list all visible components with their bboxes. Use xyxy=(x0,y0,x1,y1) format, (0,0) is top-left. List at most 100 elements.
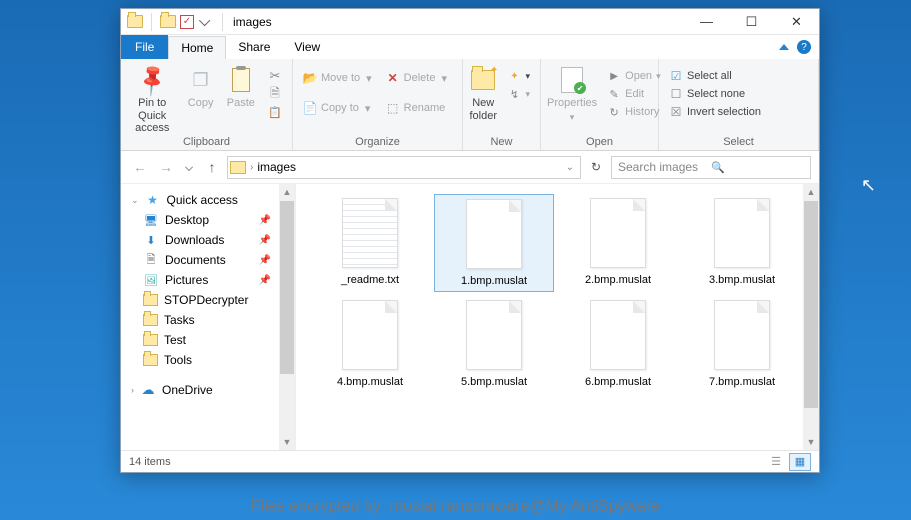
file-item[interactable]: 3.bmp.muslat xyxy=(682,194,802,292)
doc-icon xyxy=(143,253,159,267)
sidebar-item-label: Desktop xyxy=(165,213,209,227)
easy-access-button[interactable]: ▾ xyxy=(503,85,534,103)
chevron-down-icon: ⌄ xyxy=(131,195,139,206)
scroll-up-icon[interactable]: ▲ xyxy=(803,184,819,200)
tab-view[interactable]: View xyxy=(282,35,332,59)
qat-folder-icon[interactable] xyxy=(160,15,176,28)
close-button[interactable]: ✕ xyxy=(774,9,819,35)
mouse-cursor-icon: ↖ xyxy=(861,175,876,196)
up-button[interactable] xyxy=(201,156,223,178)
navigation-pane: ⌄ ★ Quick access Desktop📌Downloads📌Docum… xyxy=(121,184,296,450)
sidebar-item-pictures[interactable]: Pictures📌 xyxy=(121,270,295,290)
sidebar-scrollbar[interactable]: ▲ ▼ xyxy=(279,184,295,450)
scroll-down-icon[interactable]: ▼ xyxy=(803,434,819,450)
chevron-right-icon[interactable]: › xyxy=(248,162,255,173)
minimize-button[interactable]: — xyxy=(684,9,729,35)
maximize-button[interactable]: ☐ xyxy=(729,9,774,35)
search-input[interactable]: Search images xyxy=(611,156,811,179)
chevron-down-icon[interactable] xyxy=(199,14,210,25)
delete-button[interactable]: Delete▾ xyxy=(382,69,451,87)
folder-icon xyxy=(127,15,143,28)
copy-button[interactable]: Copy xyxy=(183,63,217,110)
address-bar[interactable]: › images ⌄ xyxy=(227,156,581,179)
paste-button[interactable]: Paste xyxy=(224,63,258,110)
sidebar-item-desktop[interactable]: Desktop📌 xyxy=(121,210,295,230)
file-icon xyxy=(466,300,522,370)
refresh-button[interactable] xyxy=(585,156,607,178)
sidebar-item-tools[interactable]: Tools xyxy=(121,350,295,370)
sidebar-item-label: Documents xyxy=(165,253,226,267)
explorer-window: images — ☐ ✕ File Home Share View ? 📌 Pi… xyxy=(120,8,820,473)
file-item[interactable]: 7.bmp.muslat xyxy=(682,296,802,392)
tab-share[interactable]: Share xyxy=(226,35,282,59)
large-icons-view-button[interactable] xyxy=(789,453,811,471)
copy-path-button[interactable] xyxy=(264,85,286,103)
back-button[interactable] xyxy=(129,156,151,178)
invert-selection-button[interactable]: Invert selection xyxy=(665,103,765,121)
recent-locations-icon[interactable] xyxy=(185,163,193,171)
scroll-thumb[interactable] xyxy=(280,201,294,374)
pic-icon xyxy=(143,273,159,287)
file-name: 5.bmp.muslat xyxy=(461,376,527,388)
sidebar-item-tasks[interactable]: Tasks xyxy=(121,310,295,330)
sidebar-item-documents[interactable]: Documents📌 xyxy=(121,250,295,270)
file-item[interactable]: _readme.txt xyxy=(310,194,430,292)
tab-file[interactable]: File xyxy=(121,35,168,59)
paste-icon xyxy=(232,68,250,92)
select-all-button[interactable]: Select all xyxy=(665,67,765,85)
chevron-down-icon[interactable]: ⌄ xyxy=(564,162,580,173)
breadcrumb-segment[interactable]: images xyxy=(257,160,296,174)
onedrive-item[interactable]: › OneDrive xyxy=(121,380,295,400)
sidebar-item-downloads[interactable]: Downloads📌 xyxy=(121,230,295,250)
edit-button[interactable]: Edit xyxy=(603,85,664,103)
group-open-label: Open xyxy=(547,136,652,148)
details-view-button[interactable] xyxy=(765,453,787,471)
scroll-up-icon[interactable]: ▲ xyxy=(279,184,295,200)
move-to-icon xyxy=(303,71,317,85)
help-icon[interactable]: ? xyxy=(797,40,811,54)
scroll-thumb[interactable] xyxy=(804,201,818,408)
file-item[interactable]: 5.bmp.muslat xyxy=(434,296,554,392)
cut-button[interactable] xyxy=(264,67,286,85)
fold-icon xyxy=(143,354,158,366)
search-icon xyxy=(711,160,804,174)
content-pane: _readme.txt1.bmp.muslat2.bmp.muslat3.bmp… xyxy=(296,184,819,450)
copy-icon xyxy=(193,65,209,95)
ribbon-tabs: File Home Share View ? xyxy=(121,35,819,59)
fold-icon xyxy=(143,314,158,326)
new-folder-button[interactable]: New folder xyxy=(469,63,497,122)
sidebar-item-stopdecrypter[interactable]: STOPDecrypter xyxy=(121,290,295,310)
sidebar-item-label: Downloads xyxy=(165,233,224,247)
file-icon xyxy=(590,198,646,268)
fold-icon xyxy=(143,334,158,346)
rename-button[interactable]: Rename xyxy=(382,99,451,117)
file-item[interactable]: 4.bmp.muslat xyxy=(310,296,430,392)
dl-icon xyxy=(143,233,159,247)
new-folder-icon xyxy=(471,70,495,90)
file-item[interactable]: 2.bmp.muslat xyxy=(558,194,678,292)
collapse-ribbon-icon[interactable] xyxy=(779,44,789,50)
quick-access-header[interactable]: ⌄ ★ Quick access xyxy=(121,190,295,210)
select-none-button[interactable]: Select none xyxy=(665,85,765,103)
qat-properties-icon[interactable] xyxy=(180,15,194,29)
tab-home[interactable]: Home xyxy=(168,36,226,60)
properties-button[interactable]: Properties ▾ xyxy=(547,63,597,122)
pin-to-quick-access-button[interactable]: 📌 Pin to Quick access xyxy=(127,63,177,135)
copy-to-button[interactable]: Copy to▾ xyxy=(299,99,376,117)
open-button[interactable]: Open▾ xyxy=(603,67,664,85)
move-to-button[interactable]: Move to▾ xyxy=(299,69,376,87)
properties-icon xyxy=(561,67,583,93)
sidebar-item-test[interactable]: Test xyxy=(121,330,295,350)
file-item[interactable]: 1.bmp.muslat xyxy=(434,194,554,292)
new-item-button[interactable]: ▾ xyxy=(503,67,534,85)
file-icon xyxy=(714,198,770,268)
content-scrollbar[interactable]: ▲ ▼ xyxy=(803,184,819,450)
paste-shortcut-button[interactable] xyxy=(264,103,286,121)
file-grid: _readme.txt1.bmp.muslat2.bmp.muslat3.bmp… xyxy=(296,184,819,402)
forward-button[interactable] xyxy=(155,156,177,178)
copy-to-icon xyxy=(303,101,317,115)
history-button[interactable]: History xyxy=(603,103,664,121)
cloud-icon xyxy=(140,383,156,397)
file-item[interactable]: 6.bmp.muslat xyxy=(558,296,678,392)
scroll-down-icon[interactable]: ▼ xyxy=(279,434,295,450)
